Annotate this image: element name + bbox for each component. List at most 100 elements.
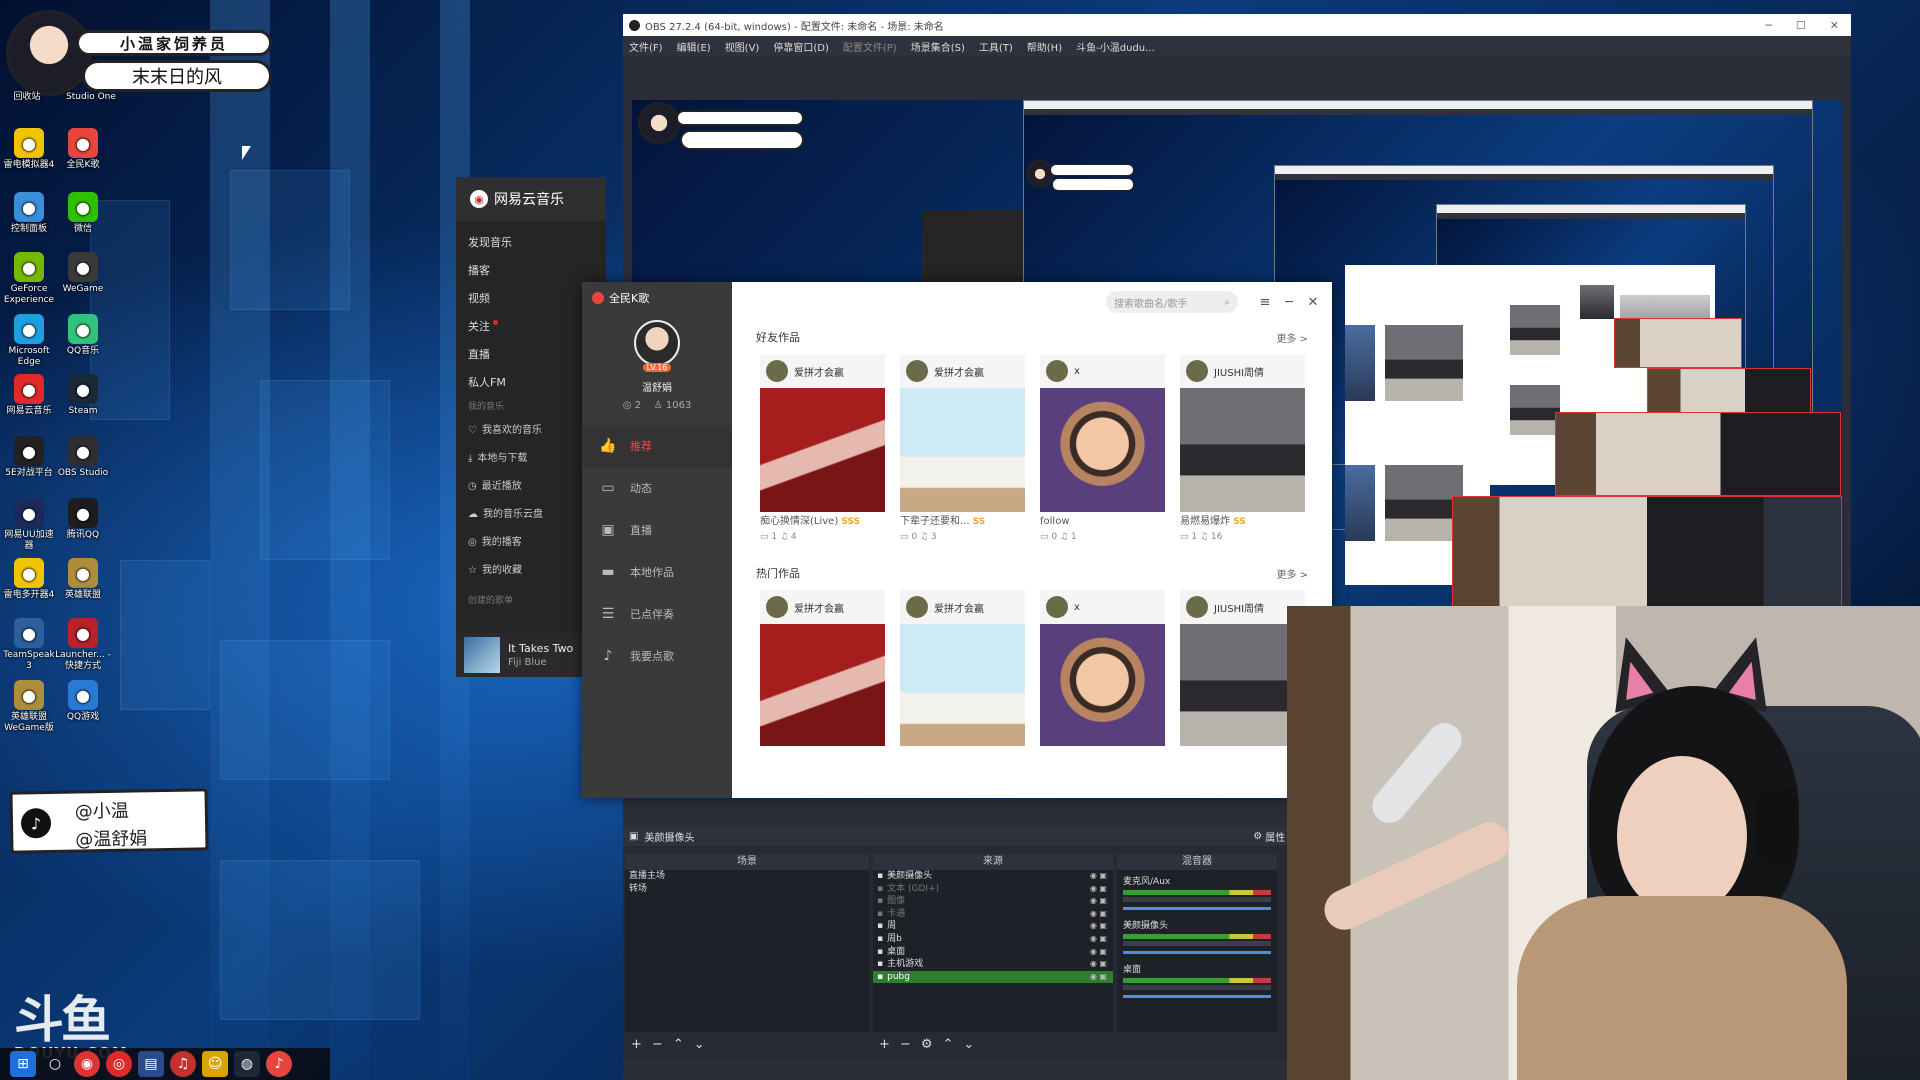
work-card[interactable]: 爱拼才会赢 (760, 590, 885, 746)
visibility-eye-icon[interactable]: ◉ ▣ (1090, 883, 1113, 896)
game-taskbar-icon[interactable]: ☺ (202, 1051, 228, 1077)
hot-more-link[interactable]: 更多 > (1276, 566, 1308, 581)
kge-menu-item[interactable]: ☰ 已点伴奏 (582, 593, 732, 635)
desktop-icon-thunder-multi[interactable]: ● 雷电多开器4 (0, 558, 58, 601)
desktop-icon-control-panel[interactable]: ● 控制面板 (0, 192, 58, 235)
work-author[interactable]: JIUSHI周倩 (1180, 354, 1305, 388)
obs-menu-item[interactable]: 编辑(E) (677, 39, 711, 54)
desktop-icon-qqmusic[interactable]: ● QQ音乐 (54, 314, 112, 357)
desktop-icon-lol-wegame[interactable]: ● 英雄联盟WeGame版 (0, 680, 58, 734)
work-cover[interactable] (1040, 624, 1165, 746)
close-icon[interactable]: ✕ (1306, 295, 1320, 310)
work-author[interactable]: 爱拼才会赢 (760, 590, 885, 624)
desktop-icon-kge[interactable]: ● 全民K歌 (54, 128, 112, 171)
visibility-eye-icon[interactable]: ◉ ▣ (1090, 895, 1113, 908)
work-cover[interactable] (900, 388, 1025, 512)
source-settings-icon[interactable]: ⚙ (921, 1037, 933, 1052)
work-author[interactable]: 爱拼才会赢 (760, 354, 885, 388)
desktop-icon-netease[interactable]: ● 网易云音乐 (0, 374, 58, 417)
maximize-icon[interactable]: ☐ (1796, 19, 1806, 32)
visibility-eye-icon[interactable]: ◉ ▣ (1090, 920, 1113, 933)
work-card[interactable]: x (1040, 590, 1165, 746)
close-icon[interactable]: ✕ (1830, 19, 1839, 32)
obs-menu-item[interactable]: 场景集合(S) (911, 39, 965, 54)
obs-menu-item[interactable]: 帮助(H) (1027, 39, 1062, 54)
desktop-icon-qq[interactable]: ● 腾讯QQ (54, 498, 112, 541)
properties-button[interactable]: ⚙ 属性 (1253, 829, 1285, 844)
desktop-icon-obs[interactable]: ● OBS Studio (54, 436, 112, 479)
netease-music-taskbar-icon[interactable]: ♫ (170, 1051, 196, 1077)
desktop-icon-edge[interactable]: ● Microsoft Edge (0, 314, 58, 368)
work-card[interactable]: 爱拼才会赢 (900, 590, 1025, 746)
desktop-icon-lol[interactable]: ● 英雄联盟 (54, 558, 112, 601)
source-item[interactable]: ▪ 卡通 ◉ ▣ (873, 908, 1113, 921)
scene-item[interactable]: 转场 (625, 883, 869, 896)
source-item[interactable]: ▪ 图像 ◉ ▣ (873, 895, 1113, 908)
source-item[interactable]: ▪ 周b ◉ ▣ (873, 933, 1113, 946)
work-cover[interactable] (760, 624, 885, 746)
desktop-icon-qqgame[interactable]: ● QQ游戏 (54, 680, 112, 723)
kge-search-input[interactable]: 搜索歌曲名/歌手 ⌕ (1106, 291, 1238, 313)
obs-menu-item[interactable]: 视图(V) (725, 39, 760, 54)
desktop-icon-thunder-emulator[interactable]: ● 雷电模拟器4 (0, 128, 58, 171)
volume-slider[interactable] (1123, 907, 1271, 910)
obs-menu-item[interactable]: 斗鱼-小温dudu... (1076, 39, 1155, 54)
add-scene-icon[interactable]: + (631, 1037, 642, 1052)
work-cover[interactable] (900, 624, 1025, 746)
add-source-icon[interactable]: + (879, 1037, 890, 1052)
desktop-icon-wechat[interactable]: ● 微信 (54, 192, 112, 235)
visibility-eye-icon[interactable]: ◉ ▣ (1090, 933, 1113, 946)
work-card[interactable]: 爱拼才会赢 下辈子还要和... SS ▭ 0 ♫ 3 (900, 354, 1025, 542)
scene-item[interactable]: 直播主场 (625, 870, 869, 883)
kge-menu-item[interactable]: ▭ 动态 (582, 467, 732, 509)
work-author[interactable]: x (1040, 354, 1165, 388)
kge-menu-item[interactable]: ♪ 我要点歌 (582, 635, 732, 677)
netease-nav-item[interactable]: 发现音乐 (468, 229, 606, 257)
search-icon[interactable]: ⌕ (1224, 297, 1230, 308)
volume-slider[interactable] (1123, 995, 1271, 998)
source-item[interactable]: ▪ pubg ◉ ▣ (873, 970, 1113, 984)
visibility-eye-icon[interactable]: ◉ ▣ (1090, 971, 1113, 984)
netease-nav-item[interactable]: 播客 (468, 257, 606, 285)
visibility-eye-icon[interactable]: ◉ ▣ (1090, 870, 1113, 883)
work-card[interactable]: x follow ▭ 0 ♫ 1 (1040, 354, 1165, 542)
desktop-icon-uu[interactable]: ● 网易UU加速器 (0, 498, 58, 552)
steam-taskbar-icon[interactable]: ◍ (234, 1051, 260, 1077)
visibility-eye-icon[interactable]: ◉ ▣ (1090, 946, 1113, 959)
move-down-icon[interactable]: ⌄ (694, 1037, 705, 1052)
source-item[interactable]: ▪ 桌面 ◉ ▣ (873, 946, 1113, 959)
work-author[interactable]: x (1040, 590, 1165, 624)
desktop-icon-launcher[interactable]: ● Launcher... - 快捷方式 (54, 618, 112, 672)
work-author[interactable]: 爱拼才会赢 (900, 354, 1025, 388)
desktop-icon-geforce[interactable]: ● GeForce Experience (0, 252, 58, 306)
menu-icon[interactable]: ≡ (1258, 295, 1272, 310)
move-down-icon[interactable]: ⌄ (963, 1037, 974, 1052)
move-up-icon[interactable]: ⌃ (673, 1037, 684, 1052)
remove-source-icon[interactable]: − (900, 1037, 911, 1052)
source-item[interactable]: ▪ 美颜摄像头 ◉ ▣ (873, 870, 1113, 883)
work-cover[interactable] (1180, 388, 1305, 512)
obs-menu-item[interactable]: 配置文件(P) (843, 39, 897, 54)
kge-menu-item[interactable]: 👍 推荐 (582, 425, 732, 467)
visibility-eye-icon[interactable]: ◉ ▣ (1090, 908, 1113, 921)
minimize-icon[interactable]: ─ (1765, 19, 1772, 32)
start-icon[interactable]: ⊞ (10, 1051, 36, 1077)
obs-menu-item[interactable]: 工具(T) (979, 39, 1013, 54)
work-author[interactable]: 爱拼才会赢 (900, 590, 1025, 624)
work-cover[interactable] (1040, 388, 1165, 512)
desktop-icon-steam[interactable]: ● Steam (54, 374, 112, 417)
desktop-icon-wegame[interactable]: ● WeGame (54, 252, 112, 295)
netease-taskbar-icon[interactable]: ◎ (106, 1051, 132, 1077)
kge-taskbar-icon[interactable]: ♪ (266, 1051, 292, 1077)
source-item[interactable]: ▪ 主机游戏 ◉ ▣ (873, 958, 1113, 971)
work-card[interactable]: 爱拼才会赢 痴心换情深(Live) SSS ▭ 1 ♫ 4 (760, 354, 885, 542)
kge-menu-item[interactable]: ▣ 直播 (582, 509, 732, 551)
files-icon[interactable]: ▤ (138, 1051, 164, 1077)
minimize-icon[interactable]: ─ (1282, 295, 1296, 310)
obs-menu-item[interactable]: 文件(F) (629, 39, 663, 54)
obs-menu-item[interactable]: 停靠窗口(D) (773, 39, 829, 54)
kge-menu-item[interactable]: ▬ 本地作品 (582, 551, 732, 593)
source-item[interactable]: ▪ 文本 (GDI+) ◉ ▣ (873, 883, 1113, 896)
source-item[interactable]: ▪ 周 ◉ ▣ (873, 920, 1113, 933)
volume-slider[interactable] (1123, 951, 1271, 954)
